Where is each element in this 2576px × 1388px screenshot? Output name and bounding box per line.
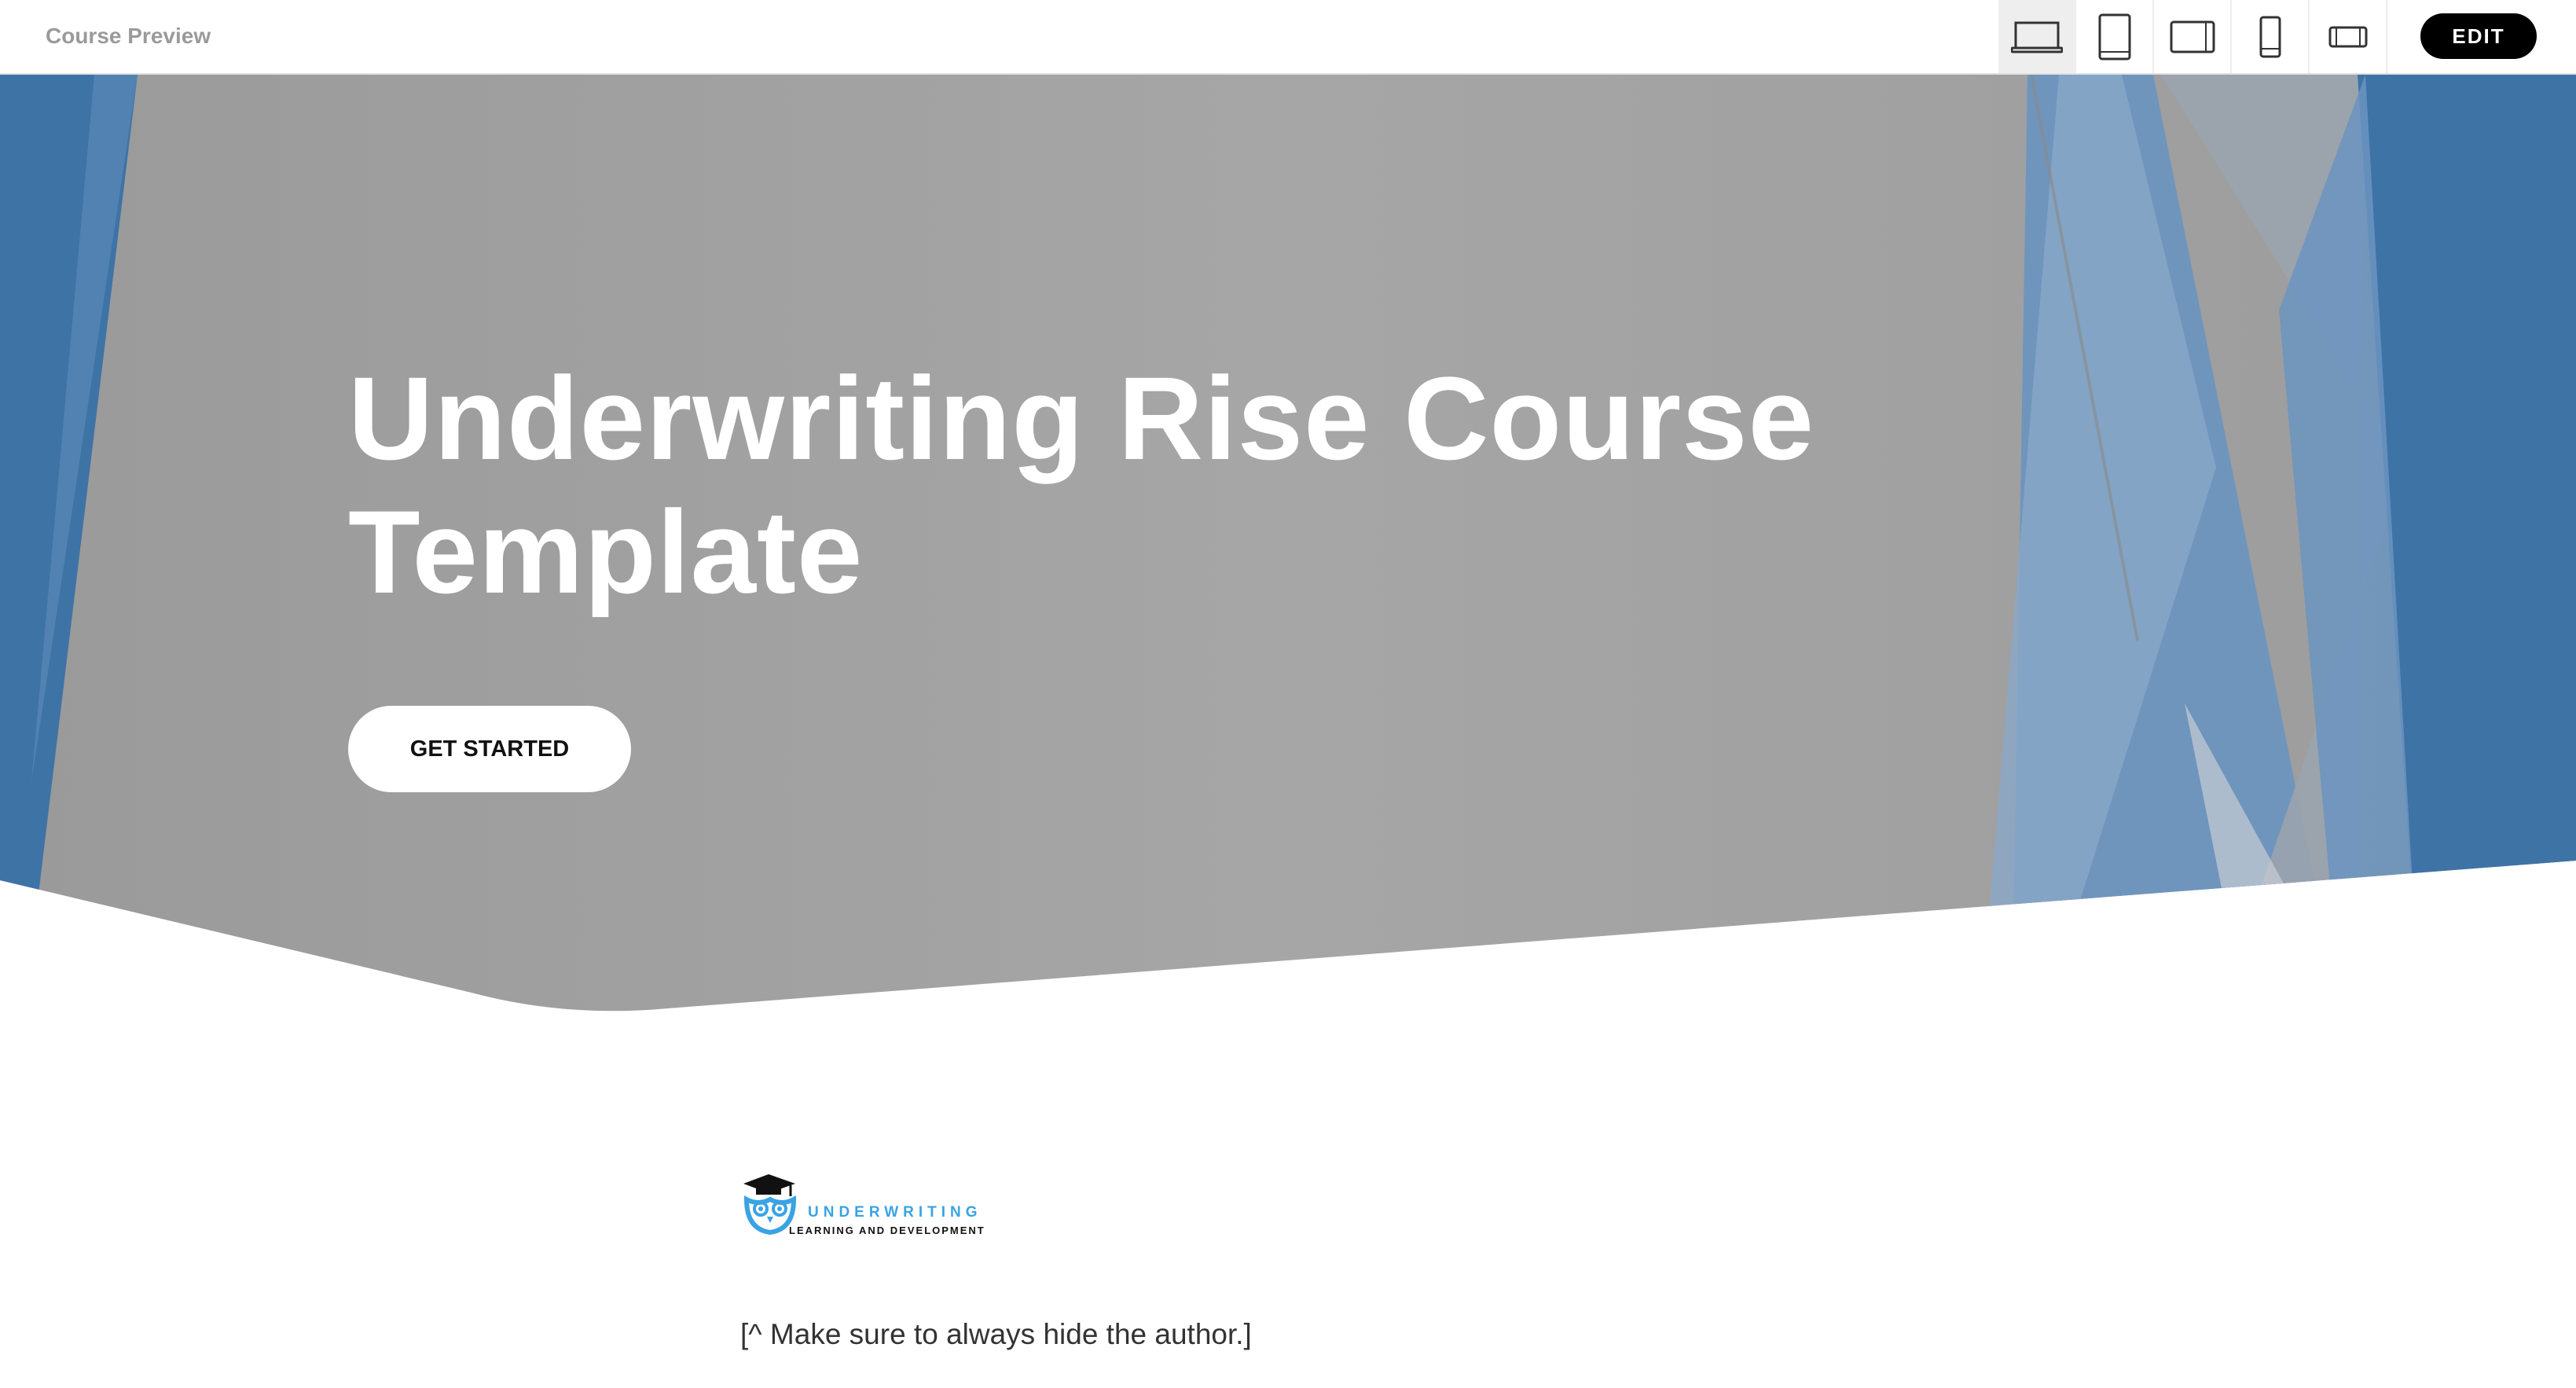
author-note-text: [^ Make sure to always hide the author.] <box>740 1318 1252 1350</box>
tablet-landscape-icon <box>2170 20 2215 53</box>
phone-landscape-icon <box>2328 26 2367 47</box>
logo-wordmark: UNDERWRITING <box>808 1204 982 1221</box>
phone-landscape-view-button[interactable] <box>2310 0 2387 73</box>
phone-portrait-icon <box>2259 16 2281 57</box>
course-preview-title: Course Preview <box>46 24 211 48</box>
course-title: Underwriting Rise Course Template <box>348 351 1920 619</box>
hero-banner: Underwriting Rise Course Template GET ST… <box>0 75 2576 1018</box>
tablet-landscape-view-button[interactable] <box>2154 0 2232 73</box>
desktop-view-button[interactable] <box>1998 0 2076 73</box>
underwriting-logo: UNDERWRITING LEARNING AND DEVELOPMENT <box>739 1170 990 1240</box>
tablet-portrait-view-button[interactable] <box>2076 0 2154 73</box>
logo-subtitle: LEARNING AND DEVELOPMENT <box>789 1225 985 1236</box>
phone-portrait-view-button[interactable] <box>2232 0 2310 73</box>
laptop-icon <box>2010 21 2063 53</box>
tablet-portrait-icon <box>2098 13 2130 60</box>
preview-toolbar: Course Preview EDIT <box>0 0 2576 75</box>
device-switcher <box>1998 0 2387 73</box>
edit-button[interactable]: EDIT <box>2420 13 2537 59</box>
course-title-line-1: Underwriting Rise Course <box>348 352 1815 484</box>
course-title-line-2: Template <box>348 486 864 618</box>
get-started-button[interactable]: GET STARTED <box>348 706 631 792</box>
